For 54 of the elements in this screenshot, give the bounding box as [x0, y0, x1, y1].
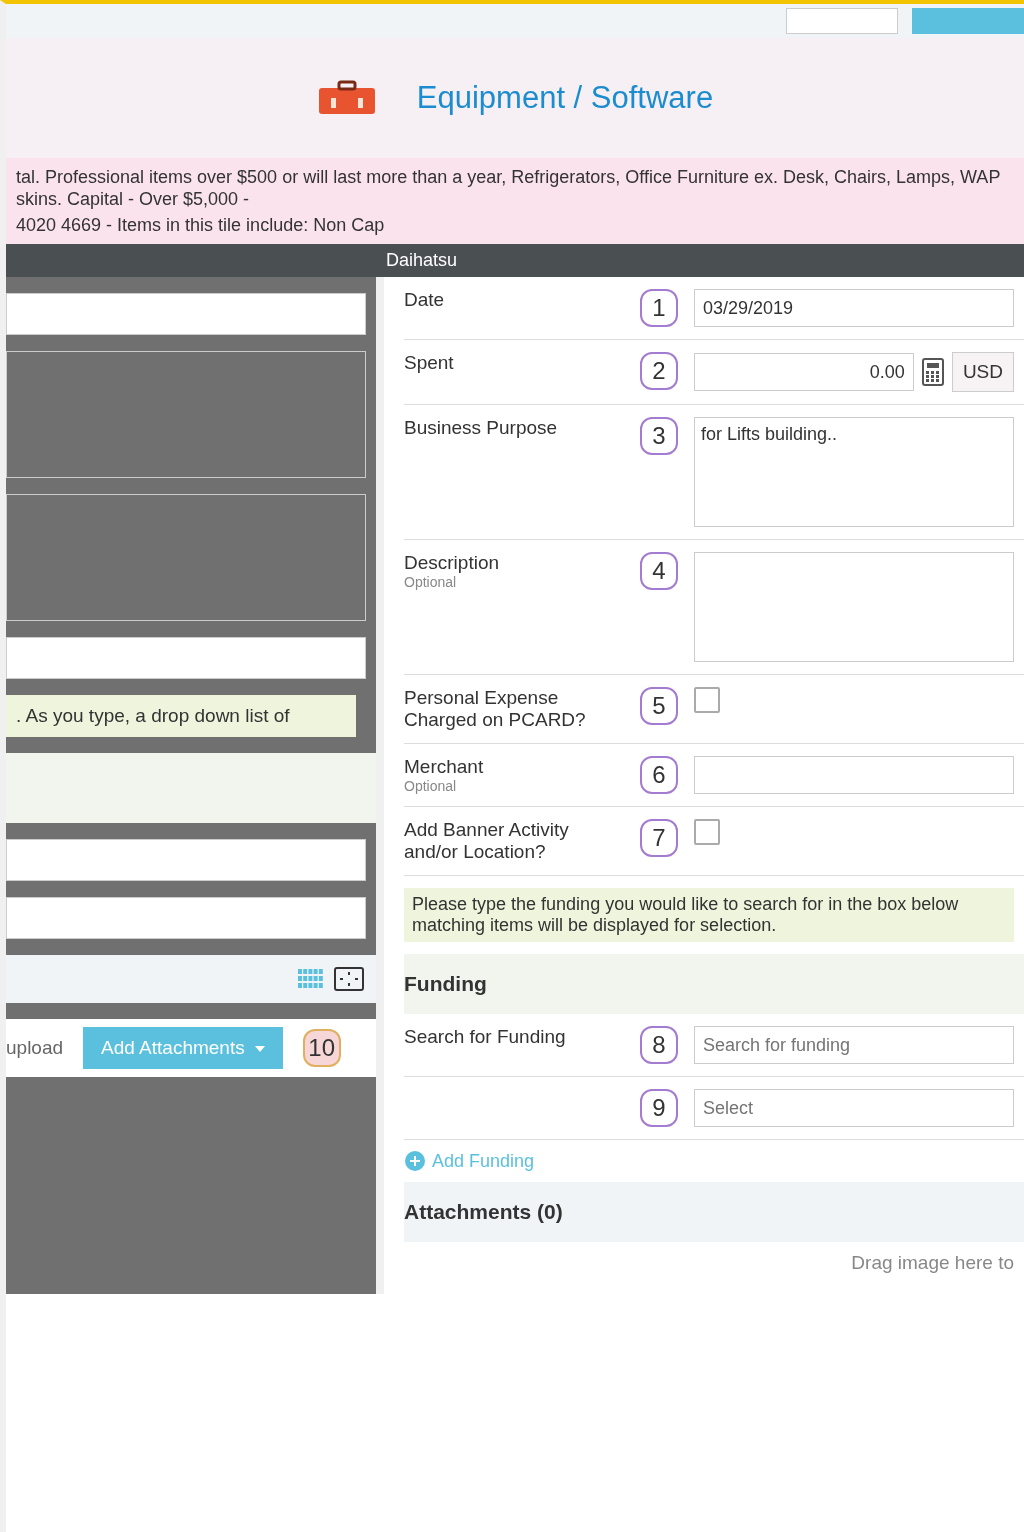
step-number: 1: [640, 289, 678, 327]
drop-hint: Drag image here to: [850, 1251, 1015, 1275]
page-title: Equipment / Software: [416, 80, 714, 116]
grid-icon[interactable]: [298, 969, 324, 989]
date-field[interactable]: 03/29/2019: [694, 289, 1014, 327]
text-field[interactable]: [6, 897, 366, 939]
step-number: 5: [640, 687, 678, 725]
optional-hint: Optional: [404, 574, 458, 590]
step-number: 2: [640, 352, 678, 390]
toolbar-button[interactable]: [786, 8, 898, 34]
step-number: 4: [640, 552, 678, 590]
textarea-field[interactable]: for Lifts building..: [694, 417, 1014, 527]
checkbox[interactable]: [694, 687, 720, 713]
step-number: 7: [640, 819, 678, 857]
step-number: 3: [640, 417, 678, 455]
step-number: 9: [640, 1089, 678, 1127]
optional-hint: Optional: [404, 778, 458, 794]
plus-icon: [404, 1150, 426, 1172]
textarea-field[interactable]: [694, 552, 1014, 662]
account-codes: 4020 4669 - Items in this tile include: Non Cap: [16, 214, 386, 236]
upload-hint: upload: [6, 1037, 64, 1059]
text-field[interactable]: [6, 637, 366, 679]
currency-field[interactable]: USD: [951, 352, 1014, 392]
section-heading: Funding: [404, 954, 1024, 1014]
toolbar-button[interactable]: [912, 8, 1024, 34]
select-field[interactable]: [694, 756, 1014, 794]
category-description: tal. Professional items over $500 or will last more than a year, Refrigerators, Office Furniture ex. Desk, Chairs, Lamps, WAP skins. Capital - Over $5,000 -: [16, 166, 1002, 210]
section-heading: Attachments (0): [404, 1182, 1024, 1242]
toolbox-icon: [316, 80, 377, 116]
text-field[interactable]: [6, 839, 366, 881]
step-number: 10: [302, 1029, 341, 1067]
field-label: Description: [404, 552, 501, 574]
step-number: 6: [640, 756, 678, 794]
amount-field[interactable]: 0.00: [694, 353, 914, 391]
info-note: . As you type, a drop down list of: [6, 695, 356, 737]
field-label: Personal Expense Charged on PCARD?: [404, 687, 587, 731]
field-label: Add Banner Activity and/or Location?: [404, 819, 570, 863]
calculator-icon[interactable]: [921, 358, 944, 386]
field-label: Search for Funding: [404, 1026, 567, 1048]
field-label: Merchant: [404, 756, 485, 778]
expand-icon[interactable]: [334, 967, 364, 991]
step-number: 8: [640, 1026, 678, 1064]
merchant-name: Daihatsu: [386, 250, 458, 270]
text-field[interactable]: [6, 293, 366, 335]
field-label: Business Purpose: [404, 417, 559, 439]
info-note: Please type the funding you would like to search for in the box below matching items will be displayed for selection.: [404, 888, 1014, 942]
select-field[interactable]: Select: [694, 1089, 1014, 1127]
field-label: Spent: [404, 352, 455, 374]
field-label: Date: [404, 289, 446, 311]
caret-icon: [254, 1046, 265, 1052]
textarea-field[interactable]: [6, 494, 366, 621]
search-field[interactable]: Search for funding: [694, 1026, 1014, 1064]
textarea-field[interactable]: [6, 351, 366, 478]
checkbox[interactable]: [694, 819, 720, 845]
